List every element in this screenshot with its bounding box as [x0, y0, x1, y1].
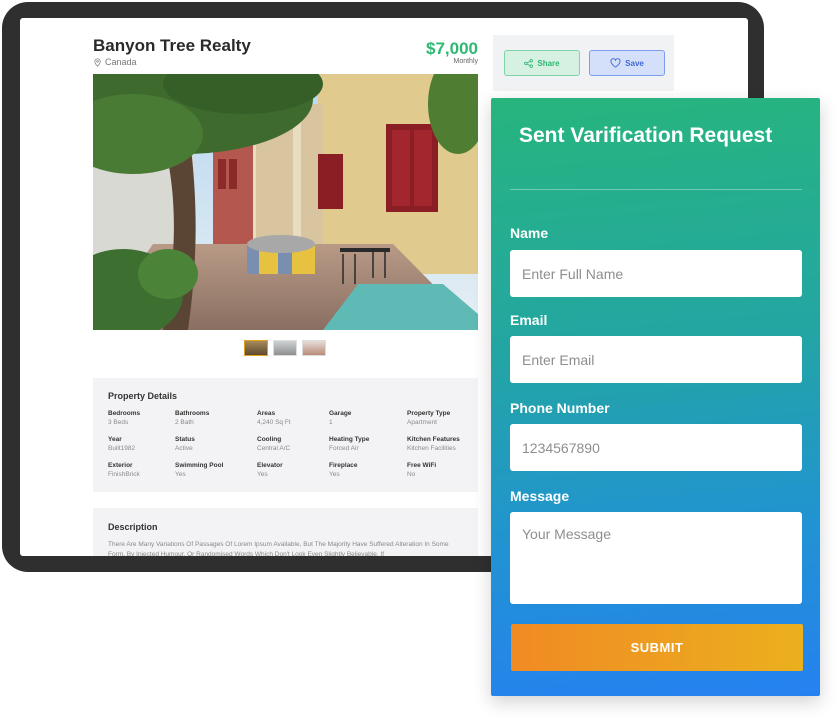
detail-value: Apartment: [407, 419, 437, 426]
detail-value: Forced Air: [329, 445, 359, 452]
description-section: Description There Are Many Variations Of…: [93, 508, 478, 556]
detail-label: Kitchen Features: [407, 436, 460, 443]
heart-icon: [610, 58, 621, 68]
property-photo[interactable]: [93, 74, 478, 330]
save-button[interactable]: Save: [589, 50, 665, 76]
detail-value: 2 Bath: [175, 419, 194, 426]
detail-label: Garage: [329, 410, 352, 417]
phone-label: Phone Number: [510, 400, 610, 416]
detail-value: Active: [175, 445, 193, 452]
message-input[interactable]: [510, 512, 802, 604]
action-bar: Share Save: [493, 35, 674, 91]
thumbnail-2[interactable]: [273, 340, 297, 356]
phone-input[interactable]: [510, 424, 802, 471]
description-text: There Are Many Variations Of Passages Of…: [108, 541, 449, 556]
map-pin-icon: [94, 57, 101, 67]
name-input[interactable]: [510, 250, 802, 297]
photo-thumbnails: [244, 340, 326, 356]
detail-label: Free WiFi: [407, 462, 437, 469]
form-divider: [510, 189, 802, 190]
detail-year: Year Built1982: [108, 435, 135, 453]
detail-value: FinishBrick: [108, 471, 140, 478]
detail-areas: Areas 4,240 Sq Ft: [257, 409, 291, 427]
detail-value: 1: [329, 419, 333, 426]
save-label: Save: [625, 58, 644, 68]
share-label: Share: [537, 58, 560, 68]
detail-label: Status: [175, 436, 195, 443]
detail-fireplace: Fireplace Yes: [329, 461, 358, 479]
detail-label: Areas: [257, 410, 276, 417]
thumbnail-3[interactable]: [302, 340, 326, 356]
detail-property-type: Property Type Apartment: [407, 409, 450, 427]
message-label: Message: [510, 488, 570, 504]
price-period: Monthly: [453, 58, 478, 65]
detail-value: Yes: [329, 471, 340, 478]
detail-label: Swimming Pool: [175, 462, 224, 469]
listing-title: Banyon Tree Realty: [93, 36, 251, 55]
detail-elevator: Elevator Yes: [257, 461, 283, 479]
detail-label: Exterior: [108, 462, 133, 469]
detail-free-wifi: Free WiFi No: [407, 461, 436, 479]
detail-value: Yes: [175, 471, 186, 478]
detail-label: Heating Type: [329, 436, 370, 443]
form-title: Sent Varification Request: [519, 124, 773, 147]
share-button[interactable]: Share: [504, 50, 580, 76]
email-input[interactable]: [510, 336, 802, 383]
detail-label: Bedrooms: [108, 410, 141, 417]
detail-status: Status Active: [175, 435, 195, 453]
detail-label: Property Type: [407, 410, 451, 417]
listing-price: $7,000: [426, 39, 478, 58]
detail-label: Fireplace: [329, 462, 358, 469]
detail-value: Yes: [257, 471, 268, 478]
detail-value: Built1982: [108, 445, 136, 452]
detail-swimming-pool: Swimming Pool Yes: [175, 461, 223, 479]
detail-label: Bathrooms: [175, 410, 210, 417]
detail-label: Year: [108, 436, 122, 443]
detail-value: Central A/C: [257, 445, 291, 452]
detail-bedrooms: Bedrooms 3 Beds: [108, 409, 140, 427]
submit-button[interactable]: SUBMIT: [511, 624, 803, 671]
detail-value: 4,240 Sq Ft: [257, 419, 291, 426]
detail-garage: Garage 1: [329, 409, 351, 427]
property-details: Property Details Bedrooms 3 Beds Bathroom…: [93, 378, 478, 492]
detail-value: Kitchen Facilities: [407, 445, 456, 452]
location-text: Canada: [105, 57, 137, 67]
detail-value: 3 Beds: [108, 419, 129, 426]
description-title: Description: [108, 522, 158, 532]
share-icon: [524, 58, 534, 68]
details-title: Property Details: [108, 391, 178, 401]
detail-label: Cooling: [257, 436, 282, 443]
detail-bathrooms: Bathrooms 2 Bath: [175, 409, 209, 427]
detail-value: No: [407, 471, 416, 478]
detail-label: Elevator: [257, 462, 283, 469]
thumbnail-1[interactable]: [244, 340, 268, 356]
detail-exterior: Exterior FinishBrick: [108, 461, 140, 479]
email-label: Email: [510, 312, 548, 328]
listing-location: Canada: [93, 57, 137, 67]
name-label: Name: [510, 225, 549, 241]
detail-kitchen-features: Kitchen Features Kitchen Facilities: [407, 435, 460, 453]
detail-heating-type: Heating Type Forced Air: [329, 435, 369, 453]
detail-cooling: Cooling Central A/C: [257, 435, 290, 453]
verification-form: Sent Varification Request Name Email Pho…: [491, 98, 820, 696]
